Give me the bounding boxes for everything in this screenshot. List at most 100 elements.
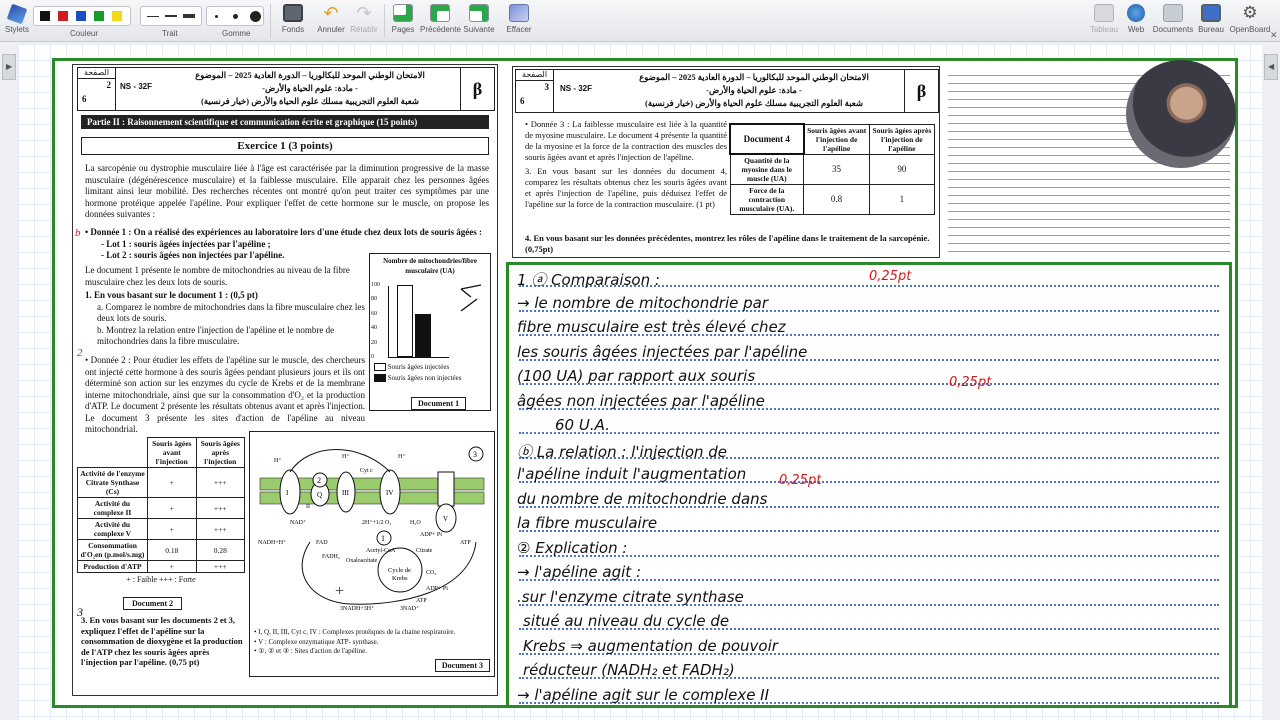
- legend-swatch-non-injected: [374, 374, 386, 383]
- svg-text:Cycle de: Cycle de: [388, 567, 411, 574]
- gear-icon: ⚙: [1242, 3, 1258, 22]
- chevron-right-icon: ▶: [6, 62, 13, 71]
- page-header: الصفحة 2 6 NS - 32F الامتحان الوطني المو…: [77, 67, 495, 111]
- svg-text:H⁺: H⁺: [398, 453, 406, 460]
- svg-text:FADH₂: FADH₂: [322, 554, 340, 560]
- ruled-line: [519, 418, 1219, 434]
- trait-label: Trait: [162, 29, 178, 38]
- suivante-button[interactable]: Suivante: [462, 2, 496, 34]
- svg-text:ADP+ Pi: ADP+ Pi: [420, 532, 442, 538]
- question-4-text: 4. En vous basant sur les données précéd…: [525, 233, 930, 254]
- eraser-small[interactable]: [215, 15, 218, 18]
- line-medium[interactable]: [165, 15, 177, 17]
- color-blue[interactable]: [76, 11, 86, 21]
- document-3-key: • I, Q, II, III, Cyt c, IV : Complexes p…: [254, 628, 456, 655]
- handwritten-line: âgées non injectées par l'apéline: [517, 391, 765, 410]
- precedente-button[interactable]: Précédente: [420, 2, 461, 34]
- svg-text:H⁺: H⁺: [274, 457, 282, 464]
- previous-page-icon: [430, 4, 450, 22]
- handwritten-line: (100 UA) par rapport aux souris: [517, 367, 756, 385]
- clear-page-icon: [509, 4, 529, 22]
- next-page-icon: [469, 4, 489, 22]
- stylets-tool[interactable]: Stylets: [4, 2, 30, 34]
- eraser-medium[interactable]: [233, 14, 238, 19]
- red-annotation-2: 2: [77, 347, 83, 359]
- svg-text:ADP+ Pi: ADP+ Pi: [426, 586, 448, 592]
- svg-text:3: 3: [473, 450, 477, 459]
- color-green[interactable]: [94, 11, 104, 21]
- svg-text:Oxaloacétate: Oxaloacétate: [346, 558, 378, 564]
- document-2: Souris âgées avant l'injection Souris âg…: [77, 437, 246, 585]
- folder-icon: [1163, 4, 1183, 22]
- undo-icon: ↶: [323, 3, 339, 23]
- page-header: الصفحة 3 6 NS - 32F الامتحان الوطني المو…: [515, 69, 939, 113]
- line-width-selector[interactable]: [140, 6, 202, 26]
- close-icon[interactable]: ✕: [1270, 30, 1278, 41]
- documents-button[interactable]: Documents: [1152, 2, 1194, 34]
- color-red[interactable]: [58, 11, 68, 21]
- tableau-button[interactable]: Tableau: [1088, 2, 1120, 34]
- eraser-large[interactable]: [250, 11, 261, 22]
- svg-text:1: 1: [381, 534, 385, 543]
- svg-text:Q: Q: [317, 491, 322, 499]
- handwritten-line: 60 U.A.: [555, 416, 610, 434]
- svg-text:Cyt c: Cyt c: [360, 468, 373, 474]
- plot-area: [389, 285, 449, 358]
- red-annotation-b: b: [75, 227, 81, 239]
- bureau-button[interactable]: Bureau: [1196, 2, 1226, 34]
- question-3-text: 3. En vous basant sur les documents 2 et…: [81, 615, 243, 667]
- chart-legend: Souris âgées injectées Souris âgées non …: [374, 362, 461, 384]
- svg-text:ATP: ATP: [416, 598, 427, 604]
- handwritten-line: situé au niveau du cycle de: [523, 612, 730, 630]
- color-black[interactable]: [40, 11, 50, 21]
- fonds-button[interactable]: Fonds: [278, 2, 308, 34]
- svg-text:NAD⁺: NAD⁺: [290, 519, 306, 526]
- document-2-table: Souris âgées avant l'injection Souris âg…: [77, 437, 246, 573]
- exam-page-right: الصفحة 3 6 NS - 32F الامتحان الوطني المو…: [512, 66, 940, 258]
- bar-injected: [397, 285, 413, 357]
- line-thick[interactable]: [183, 14, 195, 18]
- handwritten-line: 1 ⓐ Comparaison :: [517, 271, 660, 289]
- part-title: Partie II : Raisonnement scientifique et…: [81, 115, 489, 129]
- handwritten-line: fibre musculaire est très élevé chez: [517, 318, 786, 336]
- svg-text:2H⁺+1/2 O₂: 2H⁺+1/2 O₂: [362, 519, 391, 526]
- openboard-toolbar: Stylets Couleur Trait Gomme Fonds ↶ Annu…: [0, 0, 1280, 42]
- handwritten-line: → le nombre de mitochondrie par: [517, 293, 769, 312]
- y-tick-label: 60: [371, 310, 377, 317]
- web-button[interactable]: Web: [1122, 2, 1150, 34]
- annuler-button[interactable]: ↶ Annuler: [316, 2, 346, 34]
- retablir-button[interactable]: ↷ Rétablir: [348, 2, 380, 34]
- color-palette[interactable]: [33, 6, 131, 26]
- svg-text:H⁺: H⁺: [342, 453, 350, 460]
- right-panel-toggle[interactable]: ◀: [1264, 54, 1278, 80]
- intro-text: La sarcopénie ou dystrophie musculaire l…: [85, 163, 489, 219]
- line-thin[interactable]: [147, 16, 159, 17]
- pages-button[interactable]: Pages: [390, 2, 416, 34]
- handwriting-area[interactable]: 1 ⓐ Comparaison : → le nombre de mitochon…: [506, 262, 1232, 708]
- svg-text:Acetyl-CoA: Acetyl-CoA: [366, 548, 396, 554]
- board-icon: [1094, 4, 1114, 22]
- color-yellow[interactable]: [112, 11, 122, 21]
- svg-text:IV: IV: [386, 489, 393, 497]
- grade-mark: 0,25pt: [949, 375, 992, 390]
- y-tick-label: 20: [371, 339, 377, 346]
- header-arabic-text: الامتحان الوطني الموحد للبكالوريا – الدو…: [639, 72, 869, 108]
- left-panel-toggle[interactable]: ▶: [2, 54, 16, 80]
- svg-text:NADH+H⁺: NADH+H⁺: [258, 539, 286, 546]
- openboard-menu-button[interactable]: ⚙ OpenBoard: [1228, 2, 1272, 35]
- svg-text:Citrate: Citrate: [416, 548, 433, 554]
- document-2-label: Document 2: [123, 597, 183, 610]
- webcam-overlay: [1126, 60, 1236, 168]
- handwritten-line: les souris âgées injectées par l'apéline: [517, 342, 808, 361]
- svg-text:CO₂: CO₂: [426, 570, 436, 576]
- gomme-label: Gomme: [222, 29, 251, 38]
- header-arabic-text: الامتحان الوطني الموحد للبكالوريا – الدو…: [195, 70, 425, 106]
- effacer-button[interactable]: Effacer: [504, 2, 534, 34]
- separator: [384, 4, 385, 38]
- svg-text:III: III: [342, 489, 350, 497]
- ink-annotation-3: 3: [77, 605, 83, 619]
- eraser-size-selector[interactable]: [206, 6, 264, 26]
- document-3-label: Document 3: [434, 659, 490, 672]
- globe-icon: [1127, 4, 1145, 22]
- mitochondria-diagram: 2 1 3 I Q III IV V Cycle de Krebs NADH+H…: [258, 446, 485, 612]
